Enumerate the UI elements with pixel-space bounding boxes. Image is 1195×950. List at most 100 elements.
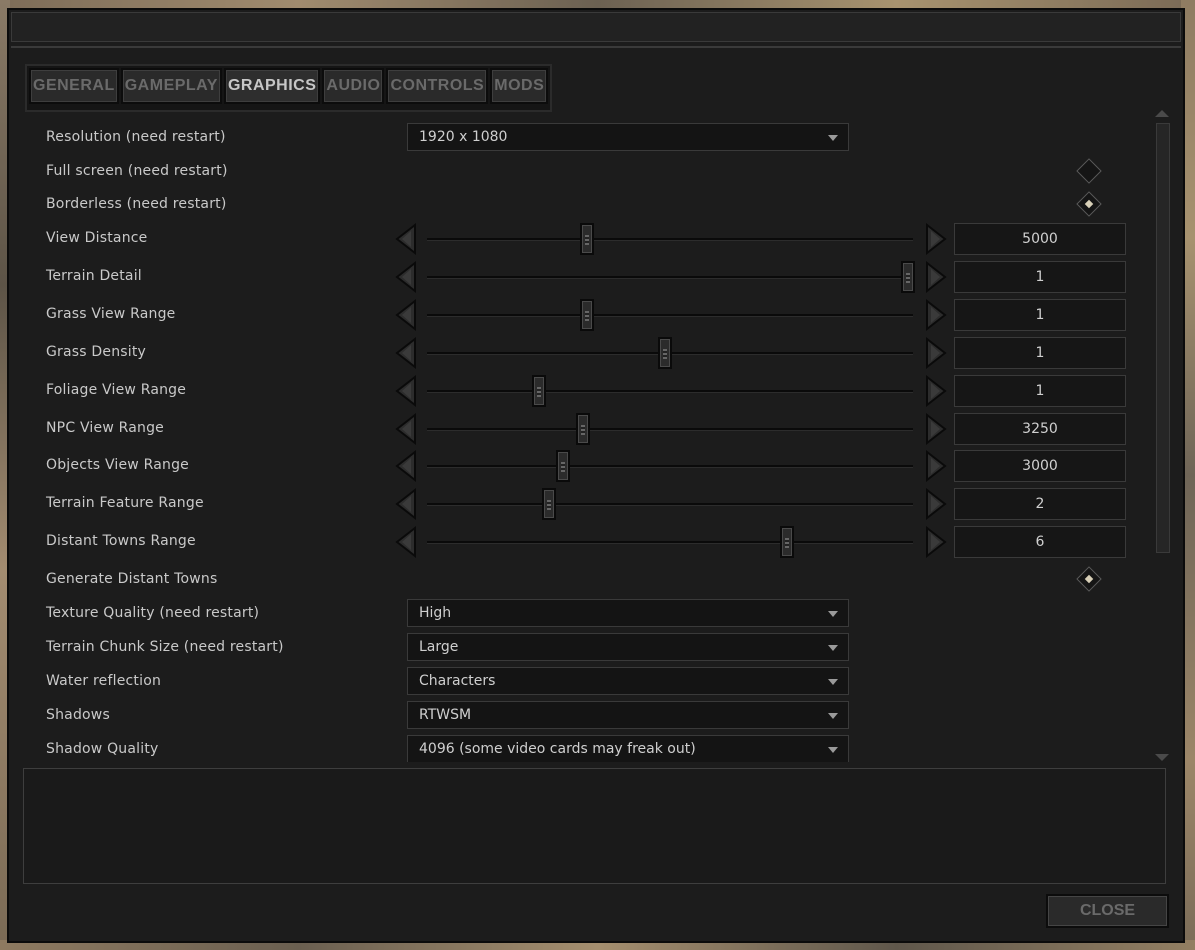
- grip-icon: [906, 273, 911, 283]
- setting-label: Borderless (need restart): [46, 196, 227, 212]
- value-field[interactable]: 3000: [954, 450, 1126, 482]
- decrement-arrow-icon[interactable]: [393, 298, 419, 332]
- decrement-arrow-icon[interactable]: [393, 260, 419, 294]
- scroll-down-arrow-icon[interactable]: [1155, 754, 1169, 761]
- tab-controls[interactable]: CONTROLS: [386, 68, 489, 104]
- slider-track[interactable]: [427, 428, 913, 431]
- chevron-down-icon: [828, 135, 838, 141]
- grip-icon: [561, 462, 566, 472]
- slider-track[interactable]: [427, 276, 913, 279]
- setting-grass-view-range: Grass View Range 1: [25, 298, 1135, 332]
- dropdown-value: RTWSM: [419, 707, 472, 723]
- chevron-down-icon: [828, 611, 838, 617]
- setting-texture-quality: Texture Quality (need restart) High: [25, 598, 1135, 630]
- dropdown-value: 4096 (some video cards may freak out): [419, 741, 696, 757]
- setting-view-distance: View Distance 5000: [25, 222, 1135, 256]
- close-button[interactable]: CLOSE: [1046, 894, 1169, 928]
- setting-label: Water reflection: [46, 673, 162, 689]
- increment-arrow-icon[interactable]: [923, 487, 949, 521]
- decrement-arrow-icon[interactable]: [393, 525, 419, 559]
- setting-label: Grass Density: [46, 344, 147, 360]
- shadows-dropdown[interactable]: RTWSM: [407, 701, 849, 729]
- increment-arrow-icon[interactable]: [923, 298, 949, 332]
- setting-terrain-feature-range: Terrain Feature Range 2: [25, 487, 1135, 521]
- setting-label: NPC View Range: [46, 420, 164, 436]
- chevron-down-icon: [828, 713, 838, 719]
- value-field[interactable]: 1: [954, 337, 1126, 369]
- slider-thumb[interactable]: [580, 223, 595, 255]
- generate-distant-towns-checkbox[interactable]: [1076, 566, 1102, 592]
- increment-arrow-icon[interactable]: [923, 412, 949, 446]
- value-field[interactable]: 2: [954, 488, 1126, 520]
- slider-thumb[interactable]: [901, 261, 916, 293]
- slider-thumb[interactable]: [575, 413, 590, 445]
- setting-grass-density: Grass Density 1: [25, 336, 1135, 370]
- setting-label: Objects View Range: [46, 457, 189, 473]
- value-field[interactable]: 1: [954, 299, 1126, 331]
- slider-track[interactable]: [427, 238, 913, 241]
- borderless-checkbox[interactable]: [1076, 191, 1102, 217]
- value-field[interactable]: 5000: [954, 223, 1126, 255]
- increment-arrow-icon[interactable]: [923, 222, 949, 256]
- decrement-arrow-icon[interactable]: [393, 336, 419, 370]
- tab-audio[interactable]: AUDIO: [322, 68, 385, 104]
- water-reflection-dropdown[interactable]: Characters: [407, 667, 849, 695]
- grip-icon: [585, 235, 590, 245]
- decrement-arrow-icon[interactable]: [393, 487, 419, 521]
- setting-label: Terrain Detail: [46, 268, 142, 284]
- value-field[interactable]: 6: [954, 526, 1126, 558]
- increment-arrow-icon[interactable]: [923, 525, 949, 559]
- setting-label: Texture Quality (need restart): [46, 605, 260, 621]
- setting-label: Grass View Range: [46, 306, 176, 322]
- value-field[interactable]: 1: [954, 375, 1126, 407]
- title-bar[interactable]: [11, 12, 1181, 42]
- setting-label: Terrain Feature Range: [46, 495, 204, 511]
- tab-gameplay[interactable]: GAMEPLAY: [120, 68, 222, 104]
- increment-arrow-icon[interactable]: [923, 260, 949, 294]
- dropdown-value: Large: [419, 639, 459, 655]
- tab-mods[interactable]: MODS: [490, 68, 549, 104]
- scrollbar-thumb[interactable]: [1156, 123, 1170, 553]
- shadow-quality-dropdown[interactable]: 4096 (some video cards may freak out): [407, 735, 849, 762]
- setting-label: Resolution (need restart): [46, 129, 226, 145]
- increment-arrow-icon[interactable]: [923, 449, 949, 483]
- value-field[interactable]: 3250: [954, 413, 1126, 445]
- setting-label: View Distance: [46, 230, 148, 246]
- setting-label: Generate Distant Towns: [46, 571, 218, 587]
- setting-shadows: Shadows RTWSM: [25, 700, 1135, 732]
- decrement-arrow-icon[interactable]: [393, 374, 419, 408]
- slider-track[interactable]: [427, 541, 913, 544]
- slider-thumb[interactable]: [541, 488, 556, 520]
- slider-thumb[interactable]: [580, 299, 595, 331]
- increment-arrow-icon[interactable]: [923, 374, 949, 408]
- texture-quality-dropdown[interactable]: High: [407, 599, 849, 627]
- slider-thumb[interactable]: [779, 526, 794, 558]
- dropdown-value: High: [419, 605, 452, 621]
- resolution-dropdown[interactable]: 1920 x 1080: [407, 123, 849, 151]
- slider-track[interactable]: [427, 390, 913, 393]
- setting-distant-towns-range: Distant Towns Range 6: [25, 525, 1135, 559]
- decrement-arrow-icon[interactable]: [393, 412, 419, 446]
- slider-thumb[interactable]: [556, 450, 571, 482]
- slider-track[interactable]: [427, 314, 913, 317]
- grip-icon: [546, 500, 551, 510]
- increment-arrow-icon[interactable]: [923, 336, 949, 370]
- setting-npc-view-range: NPC View Range 3250: [25, 412, 1135, 446]
- slider-track[interactable]: [427, 503, 913, 506]
- grip-icon: [580, 425, 585, 435]
- fullscreen-checkbox[interactable]: [1076, 158, 1102, 184]
- setting-label: Shadow Quality: [46, 741, 159, 757]
- tab-graphics[interactable]: GRAPHICS: [223, 68, 321, 104]
- decrement-arrow-icon[interactable]: [393, 222, 419, 256]
- setting-borderless: Borderless (need restart): [25, 189, 1135, 221]
- setting-label: Distant Towns Range: [46, 533, 196, 549]
- slider-thumb[interactable]: [531, 375, 546, 407]
- tab-general[interactable]: GENERAL: [29, 68, 119, 104]
- setting-terrain-detail: Terrain Detail 1: [25, 260, 1135, 294]
- terrain-chunk-size-dropdown[interactable]: Large: [407, 633, 849, 661]
- decrement-arrow-icon[interactable]: [393, 449, 419, 483]
- scroll-up-arrow-icon[interactable]: [1155, 110, 1169, 117]
- slider-track[interactable]: [427, 465, 913, 468]
- slider-thumb[interactable]: [658, 337, 673, 369]
- value-field[interactable]: 1: [954, 261, 1126, 293]
